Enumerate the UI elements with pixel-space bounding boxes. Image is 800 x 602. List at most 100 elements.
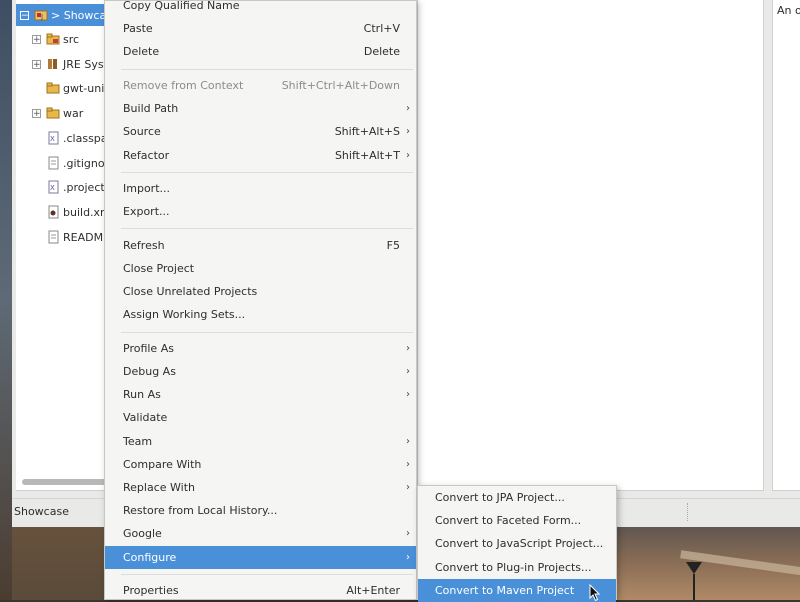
menu-item-assign-working-sets[interactable]: Assign Working Sets... bbox=[105, 303, 416, 326]
tree-item[interactable]: X .classpath bbox=[16, 127, 114, 149]
tree-expander-icon[interactable]: + bbox=[32, 108, 41, 118]
tree-item[interactable]: + src bbox=[16, 28, 79, 50]
desktop-left-edge bbox=[0, 0, 12, 600]
menu-item-label: Profile As bbox=[123, 341, 174, 355]
submenu-arrow-icon: › bbox=[406, 458, 410, 470]
menu-item-team[interactable]: Team › bbox=[105, 430, 416, 453]
menu-item-label: Close Unrelated Projects bbox=[123, 285, 258, 299]
svg-text:X: X bbox=[50, 135, 55, 143]
menu-item-shortcut: F5 bbox=[386, 238, 400, 252]
submenu-arrow-icon: › bbox=[406, 366, 410, 377]
menu-item-label: Run As bbox=[123, 388, 161, 402]
text-file-icon bbox=[46, 230, 60, 244]
tree-item-label: .project bbox=[63, 180, 105, 194]
menu-item-label: Replace With bbox=[123, 481, 195, 494]
submenu-item-convert-to-javascript-project[interactable]: Convert to JavaScript Project... bbox=[418, 532, 616, 555]
svg-text:X: X bbox=[50, 184, 55, 192]
submenu-item-convert-to-maven-project[interactable]: Convert to Maven Project bbox=[418, 578, 616, 602]
menu-item-profile-as[interactable]: Profile As › bbox=[105, 337, 416, 360]
submenu-arrow-icon: › bbox=[406, 435, 410, 447]
folder-icon bbox=[46, 81, 60, 95]
submenu-arrow-icon: › bbox=[406, 528, 410, 540]
tree-item[interactable]: README bbox=[16, 226, 110, 248]
menu-item-restore-from-local-history[interactable]: Restore from Local History... bbox=[105, 499, 416, 522]
menu-item-export[interactable]: Export... bbox=[105, 200, 416, 223]
menu-item-label: Google bbox=[123, 527, 162, 541]
menu-item-shortcut: Shift+Alt+S bbox=[334, 125, 400, 139]
tree-item[interactable]: + war bbox=[16, 102, 83, 124]
menu-item-import[interactable]: Import... bbox=[105, 177, 416, 200]
menu-item-shortcut: Alt+Enter bbox=[346, 584, 400, 598]
menu-item-label: Compare With bbox=[123, 457, 202, 471]
menu-item-label: Source bbox=[123, 125, 161, 139]
menu-item-label: Remove from Context bbox=[123, 78, 244, 92]
menu-item-run-as[interactable]: Run As › bbox=[105, 383, 416, 406]
submenu-arrow-icon: › bbox=[406, 103, 410, 115]
tree-expander-icon[interactable]: + bbox=[32, 59, 41, 69]
tree-expander-icon[interactable]: − bbox=[20, 10, 29, 20]
xml-file-icon: X bbox=[46, 180, 60, 194]
menu-item-configure[interactable]: Configure › bbox=[105, 545, 416, 569]
menu-item-shortcut: Ctrl+V bbox=[363, 22, 400, 36]
project-explorer: −J> Showcase + src +JRE System Librarygwt-u… bbox=[16, 0, 115, 491]
menu-item-delete[interactable]: Delete Delete bbox=[105, 40, 416, 63]
menu-item-shortcut: Delete bbox=[363, 45, 400, 59]
menu-item-label: Refactor bbox=[123, 148, 170, 162]
menu-item-validate[interactable]: Validate bbox=[105, 406, 416, 429]
menu-item-label: Team bbox=[123, 434, 153, 448]
menu-item-copy-qualified-name[interactable]: Copy Qualified Name bbox=[105, 0, 416, 17]
menu-item-shortcut: Shift+Ctrl+Alt+Down bbox=[281, 78, 400, 92]
submenu-arrow-icon: › bbox=[406, 342, 410, 354]
menu-item-close-unrelated-projects[interactable]: Close Unrelated Projects bbox=[105, 280, 416, 303]
tree-item[interactable]: gwt-unitCache bbox=[16, 77, 114, 99]
configure-submenu: Convert to JPA Project... Convert to Face… bbox=[417, 485, 617, 602]
tree-item-label: src bbox=[63, 32, 80, 46]
library-icon bbox=[46, 57, 60, 71]
menu-separator bbox=[121, 573, 413, 575]
tree-item-label: README bbox=[63, 230, 111, 244]
text-file-icon bbox=[46, 156, 60, 170]
submenu-item-convert-to-faceted-form[interactable]: Convert to Faceted Form... bbox=[418, 509, 616, 532]
menu-item-google[interactable]: Google › bbox=[105, 522, 416, 545]
menu-separator bbox=[121, 331, 413, 333]
menu-item-debug-as[interactable]: Debug As › bbox=[105, 360, 416, 383]
menu-item-label: Configure bbox=[123, 550, 177, 564]
tree-item[interactable]: X .project bbox=[16, 176, 105, 198]
menu-item-refactor[interactable]: Refactor Shift+Alt+T › bbox=[105, 144, 416, 167]
menu-item-paste[interactable]: Paste Ctrl+V bbox=[105, 17, 416, 40]
submenu-arrow-icon: › bbox=[406, 551, 410, 563]
status-text: Showcase bbox=[14, 505, 69, 518]
menu-item-label: Validate bbox=[123, 411, 168, 425]
tree-item[interactable]: +JRE System Library bbox=[16, 53, 114, 75]
menu-item-shortcut: Shift+Alt+T bbox=[334, 148, 400, 162]
submenu-item-convert-to-plug-in-projects[interactable]: Convert to Plug-in Projects... bbox=[418, 556, 616, 579]
mouse-cursor-icon bbox=[589, 584, 601, 602]
menu-item-label: Import... bbox=[123, 182, 170, 195]
tree-item[interactable]: − J > Showcase bbox=[16, 4, 114, 26]
tree-item[interactable]: build.xml bbox=[16, 201, 114, 223]
menu-item-close-project[interactable]: Close Project bbox=[105, 257, 416, 280]
submenu-arrow-icon: › bbox=[406, 126, 410, 138]
submenu-item-convert-to-jpa-project[interactable]: Convert to JPA Project... bbox=[418, 486, 616, 509]
menu-item-source[interactable]: Source Shift+Alt+S › bbox=[105, 120, 416, 143]
tree-item[interactable]: .gitignore bbox=[16, 152, 114, 174]
explorer-horizontal-scrollbar[interactable] bbox=[22, 479, 112, 485]
menu-item-compare-with[interactable]: Compare With › bbox=[105, 453, 416, 476]
editor-area[interactable] bbox=[417, 0, 764, 491]
outline-view: An o bbox=[772, 0, 800, 491]
menu-item-label: Refresh bbox=[123, 238, 165, 252]
menu-item-refresh[interactable]: Refresh F5 bbox=[105, 234, 416, 257]
wallpaper-road-sign bbox=[686, 562, 702, 574]
menu-item-remove-from-context[interactable]: Remove from Context Shift+Ctrl+Alt+Down bbox=[105, 74, 416, 97]
menu-item-build-path[interactable]: Build Path › bbox=[105, 97, 416, 120]
menu-item-replace-with[interactable]: Replace With › bbox=[105, 476, 416, 499]
status-separator bbox=[687, 503, 688, 521]
menu-item-label: Copy Qualified Name bbox=[123, 0, 240, 12]
context-menu: Copy Qualified Name Paste Ctrl+V Delete Dele… bbox=[104, 0, 417, 600]
outline-message: An o bbox=[777, 4, 800, 17]
project-icon: J bbox=[34, 8, 48, 22]
submenu-arrow-icon: › bbox=[406, 149, 410, 161]
tree-expander-icon[interactable]: + bbox=[32, 34, 41, 44]
menu-item-properties[interactable]: Properties Alt+Enter bbox=[105, 579, 416, 602]
wallpaper-signpost bbox=[693, 574, 695, 600]
